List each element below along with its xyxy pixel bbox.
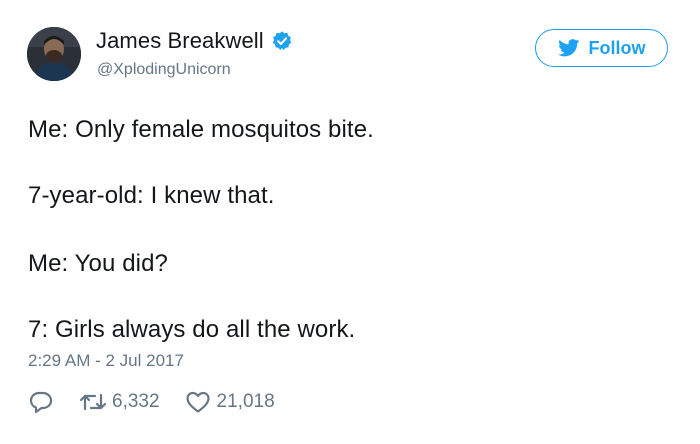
tweet-text-line: Me: You did? <box>28 250 168 277</box>
tweet-text-line: 7-year-old: I knew that. <box>28 182 275 209</box>
tweet-text-line: 7: Girls always do all the work. <box>28 316 356 343</box>
twitter-bird-icon <box>557 39 580 57</box>
like-heart-icon <box>185 390 211 414</box>
retweet-count: 6,332 <box>112 391 160 412</box>
follow-button[interactable]: Follow <box>535 29 668 67</box>
follow-button-label: Follow <box>588 37 646 58</box>
retweet-button[interactable]: 6,332 <box>78 390 160 414</box>
avatar[interactable] <box>27 27 81 81</box>
tweet-actions: 6,332 21,018 <box>28 390 275 414</box>
author-name-row: James Breakwell <box>96 28 293 54</box>
like-count: 21,018 <box>216 391 275 412</box>
reply-icon <box>28 390 54 414</box>
retweet-icon <box>78 390 108 414</box>
tweet-text-line: Me: Only female mosquitos bite. <box>28 116 374 143</box>
tweet-timestamp[interactable]: 2:29 AM - 2 Jul 2017 <box>28 351 184 371</box>
author-handle[interactable]: @XplodingUnicorn <box>97 61 231 79</box>
reply-button[interactable] <box>28 390 54 414</box>
verified-badge-icon <box>271 30 293 52</box>
author-name[interactable]: James Breakwell <box>96 28 264 54</box>
tweet-card: James Breakwell @XplodingUnicorn Follow … <box>0 0 700 444</box>
like-button[interactable]: 21,018 <box>185 390 275 414</box>
